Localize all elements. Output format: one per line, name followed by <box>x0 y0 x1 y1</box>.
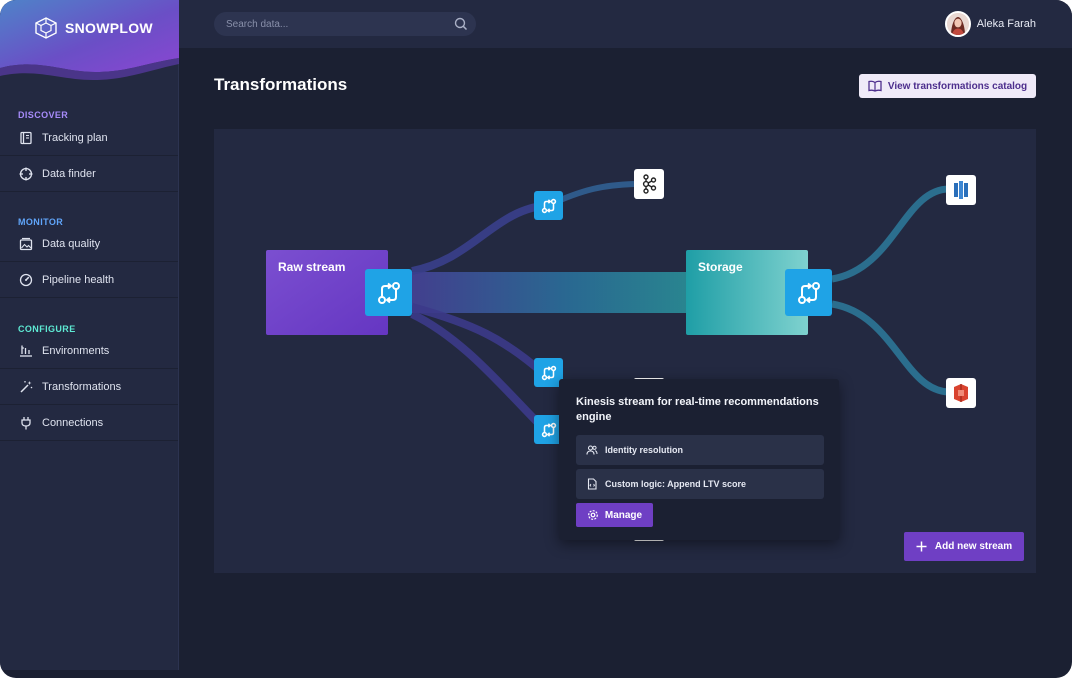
sidebar-item-label: Data quality <box>42 237 101 250</box>
sidebar-item-label: Tracking plan <box>42 131 108 144</box>
sidebar-item-label: Pipeline health <box>42 273 115 286</box>
brand-header: SNOWPLOW <box>0 0 179 86</box>
snowplow-logo-icon <box>35 17 57 39</box>
sidebar-item-transformations[interactable]: Transformations <box>0 369 178 405</box>
gauge-icon <box>19 273 33 286</box>
app-window: SNOWPLOW DISCOVER Tracking plan Data fin… <box>0 0 1072 678</box>
section-label-discover: DISCOVER <box>18 110 69 120</box>
search-box <box>214 12 476 36</box>
sidebar-item-label: Environments <box>42 344 110 357</box>
add-new-stream-button[interactable]: Add new stream <box>904 532 1024 561</box>
sidebar-item-data-quality[interactable]: Data quality <box>0 226 178 262</box>
output-link-redshift <box>831 185 950 283</box>
gear-icon <box>587 510 598 520</box>
manage-button-label: Manage <box>604 509 643 521</box>
users-icon <box>586 445 598 455</box>
sidebar-item-label: Connections <box>42 416 104 429</box>
kafka-destination[interactable] <box>634 169 664 199</box>
user-menu[interactable]: Aleka Farah <box>944 11 1036 37</box>
popover-item-label: Identity resolution <box>605 445 684 455</box>
redshift-icon <box>954 181 968 199</box>
branch-link-kafka <box>411 201 550 275</box>
popover-item-label: Custom logic: Append LTV score <box>605 479 747 489</box>
transform-arrows-icon <box>541 198 556 213</box>
plug-icon <box>21 416 31 429</box>
storage-label: Storage <box>698 260 743 274</box>
book-open-icon <box>868 80 882 92</box>
sidebar-item-environments[interactable]: Environments <box>0 333 178 369</box>
pipeline-canvas: Raw stream Storage Kinesis stream for re… <box>214 129 1036 573</box>
brand-name: SNOWPLOW <box>65 20 153 36</box>
catalog-button-label: View transformations catalog <box>887 80 1028 92</box>
output-link-s3 <box>831 300 950 396</box>
file-code-icon <box>587 478 597 490</box>
search-input[interactable] <box>226 18 446 30</box>
sidebar-item-label: Data finder <box>42 167 96 180</box>
view-catalog-button[interactable]: View transformations catalog <box>859 74 1036 98</box>
snowplow-logo[interactable]: SNOWPLOW <box>34 17 153 39</box>
user-name: Aleka Farah <box>976 18 1036 30</box>
stream-popover: Kinesis stream for real-time recommendat… <box>559 379 839 540</box>
popover-item-custom-logic[interactable]: Custom logic: Append LTV score <box>576 469 824 499</box>
sidebar-item-connections[interactable]: Connections <box>0 405 178 441</box>
top-bar: Aleka Farah <box>179 0 1072 48</box>
kafka-branch-transform-button[interactable] <box>534 191 563 220</box>
sidebar: SNOWPLOW DISCOVER Tracking plan Data fin… <box>0 0 179 670</box>
raw-stream-label: Raw stream <box>278 260 346 274</box>
s3-icon <box>954 384 968 402</box>
sidebar-item-data-finder[interactable]: Data finder <box>0 156 178 192</box>
storage-transform-button[interactable] <box>785 269 832 316</box>
transform-arrows-icon <box>541 365 556 380</box>
sidebar-item-label: Transformations <box>42 380 122 393</box>
transform-arrows-icon <box>541 422 556 437</box>
s3-destination[interactable] <box>946 378 976 408</box>
sidebar-item-pipeline-health[interactable]: Pipeline health <box>0 262 178 298</box>
kafka-icon <box>642 174 657 194</box>
search-icon[interactable] <box>454 17 468 31</box>
transform-arrows-icon <box>377 281 400 304</box>
sidebar-item-tracking-plan[interactable]: Tracking plan <box>0 120 178 156</box>
transform-arrows-icon <box>797 281 820 304</box>
crosshair-icon <box>19 167 33 180</box>
popover-item-identity-resolution[interactable]: Identity resolution <box>576 435 824 465</box>
notebook-icon <box>20 131 32 144</box>
add-stream-label: Add new stream <box>934 541 1013 552</box>
image-stack-icon <box>19 237 33 250</box>
page-title: Transformations <box>214 75 348 94</box>
avatar[interactable] <box>944 11 971 37</box>
magic-wand-icon <box>20 380 33 393</box>
environments-icon <box>20 345 32 357</box>
plus-icon <box>916 541 927 552</box>
main-stream-link <box>386 272 688 313</box>
popover-title: Kinesis stream for real-time recommendat… <box>576 396 819 423</box>
raw-stream-transform-button[interactable] <box>365 269 412 316</box>
redshift-destination[interactable] <box>946 175 976 205</box>
manage-button[interactable]: Manage <box>576 503 653 527</box>
